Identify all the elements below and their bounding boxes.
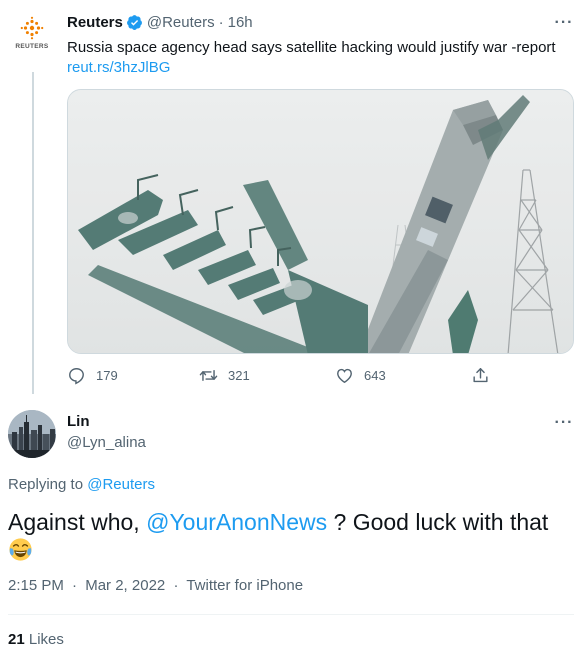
tweet-time[interactable]: 2:15 PM [8, 577, 64, 594]
divider [8, 614, 574, 615]
like-count: 643 [364, 368, 386, 383]
reply-text-after: ? Good luck with that [327, 509, 549, 535]
replying-to-mention[interactable]: @Reuters [87, 476, 155, 493]
likes-label: Likes [28, 631, 64, 648]
tweet-date[interactable]: Mar 2, 2022 [85, 577, 165, 594]
heart-icon [337, 368, 352, 384]
retweet-count: 321 [228, 368, 250, 383]
quoted-tweet-text: Russia space agency head says satellite … [67, 38, 567, 78]
reply-icon [69, 368, 84, 385]
quoted-author-handle[interactable]: @Reuters [147, 14, 215, 31]
quoted-tweet-header: Reuters @Reuters · 16h [67, 14, 253, 31]
quoted-tweet-body: Russia space agency head says satellite … [67, 39, 556, 56]
crying-laughing-emoji-icon [9, 538, 32, 561]
replying-to-prefix: Replying to [8, 476, 88, 493]
reply-text-before: Against who, [8, 509, 147, 535]
share-icon [473, 368, 488, 383]
reuters-avatar[interactable]: REUTERS [8, 10, 56, 58]
rocket-launch-pad-photo [68, 90, 573, 353]
tweet-source[interactable]: Twitter for iPhone [186, 577, 303, 594]
likes-summary[interactable]: 21 Likes [8, 631, 64, 648]
tweet-media-image[interactable] [67, 89, 574, 354]
lin-avatar[interactable] [8, 410, 56, 458]
quoted-tweet-more-button[interactable]: ··· [549, 13, 579, 33]
reply-count: 179 [96, 368, 118, 383]
quoted-tweet-actions: 179 321 643 [67, 366, 507, 390]
separator-dot: · [173, 577, 179, 594]
reply-mention-link[interactable]: @YourAnonNews [146, 509, 327, 535]
reply-tweet-more-button[interactable]: ··· [549, 413, 579, 433]
replying-to: Replying to @Reuters [8, 476, 155, 493]
quoted-tweet-time[interactable]: 16h [228, 14, 253, 31]
separator-dot: · [218, 14, 224, 31]
like-button[interactable]: 643 [335, 366, 386, 385]
retweet-icon [199, 370, 218, 381]
reuters-logo-icon [20, 16, 44, 40]
reply-tweet-text: Against who, @YourAnonNews ? Good luck w… [8, 508, 578, 564]
tweet-metadata: 2:15 PM · Mar 2, 2022 · Twitter for iPho… [8, 577, 303, 594]
reply-author-name[interactable]: Lin [67, 413, 90, 430]
retweet-button[interactable]: 321 [199, 366, 250, 385]
share-button[interactable] [471, 366, 500, 385]
city-skyline-avatar-image [8, 410, 56, 458]
reply-button[interactable]: 179 [67, 366, 118, 385]
reply-author-handle[interactable]: @Lyn_alina [67, 434, 146, 451]
likes-count: 21 [8, 631, 25, 648]
reuters-avatar-label: REUTERS [15, 43, 49, 50]
quoted-tweet[interactable]: REUTERS Reuters @Reuters · 16h ··· Russi… [0, 0, 587, 398]
quoted-tweet-link[interactable]: reut.rs/3hzJlBG [67, 59, 170, 76]
thread-connector-line [32, 72, 34, 394]
quoted-author-name[interactable]: Reuters [67, 14, 123, 31]
verified-badge-icon [126, 15, 142, 30]
separator-dot: · [72, 577, 78, 594]
